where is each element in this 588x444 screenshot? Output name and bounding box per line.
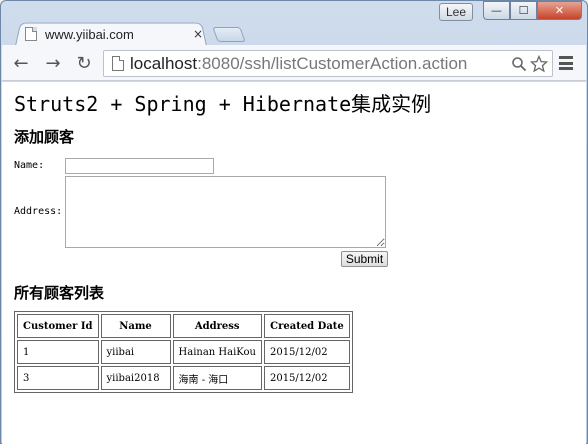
page-favicon-icon	[25, 27, 37, 41]
cell-customer-id: 3	[17, 366, 99, 390]
cell-created-date: 2015/12/02	[263, 366, 350, 390]
cell-name: yiibai	[100, 340, 171, 364]
search-icon[interactable]	[509, 54, 529, 74]
table-header-row: Customer Id Name Address Created Date	[17, 314, 350, 338]
forward-button[interactable]: →	[42, 52, 64, 74]
cell-name: yiibai2018	[100, 366, 171, 390]
page-title: Struts2 + Spring + Hibernate集成实例	[14, 92, 432, 116]
url-host: localhost	[130, 53, 198, 73]
page-viewport: Struts2 + Spring + Hibernate集成实例 添加顾客 Na…	[2, 82, 586, 444]
back-button[interactable]: ←	[10, 52, 32, 74]
table-row: 1 yiibai Hainan HaiKou 2015/12/02	[17, 340, 350, 364]
column-header-created-date: Created Date	[263, 314, 350, 338]
name-input[interactable]	[65, 158, 214, 174]
address-label: Address:	[14, 206, 63, 217]
cell-created-date: 2015/12/02	[263, 340, 350, 364]
add-customer-heading: 添加顾客	[14, 128, 75, 146]
reload-button[interactable]: ↻	[73, 52, 95, 74]
column-header-address: Address	[172, 314, 262, 338]
name-label: Name:	[14, 160, 45, 171]
address-textarea[interactable]	[65, 176, 386, 248]
cell-customer-id: 1	[17, 340, 99, 364]
column-header-customer-id: Customer Id	[17, 314, 99, 338]
address-bar[interactable]: localhost:8080/ssh/listCustomerAction.ac…	[103, 50, 553, 77]
profile-button[interactable]: Lee	[439, 3, 473, 21]
tab-strip: www.yiibai.com × Lee — ☐ ✕	[1, 1, 587, 46]
minimize-button[interactable]: —	[483, 1, 510, 20]
maximize-button[interactable]: ☐	[510, 1, 537, 20]
tab-close-icon[interactable]: ×	[191, 27, 205, 41]
browser-toolbar: ← → ↻ localhost:8080/ssh/listCustomerAct…	[2, 45, 586, 81]
window-controls: — ☐ ✕	[483, 1, 582, 21]
customer-list-heading: 所有顾客列表	[14, 284, 105, 302]
customer-table: Customer Id Name Address Created Date 1 …	[14, 311, 353, 393]
star-icon[interactable]	[529, 54, 549, 74]
menu-icon[interactable]	[558, 54, 574, 72]
browser-window: www.yiibai.com × Lee — ☐ ✕ ← → ↻ localho…	[0, 0, 588, 444]
column-header-name: Name	[100, 314, 171, 338]
page-icon	[112, 56, 124, 71]
table-row: 3 yiibai2018 海南 - 海口 2015/12/02	[17, 366, 350, 390]
url-text[interactable]: localhost:8080/ssh/listCustomerAction.ac…	[130, 54, 509, 74]
url-path: :8080/ssh/listCustomerAction.action	[197, 53, 468, 73]
submit-button[interactable]: Submit	[341, 251, 388, 267]
new-tab-button[interactable]	[212, 27, 246, 42]
tab-title: www.yiibai.com	[45, 26, 134, 42]
tab-content[interactable]: www.yiibai.com ×	[25, 25, 205, 43]
cell-address: Hainan HaiKou	[172, 340, 262, 364]
close-window-button[interactable]: ✕	[537, 1, 582, 20]
cell-address: 海南 - 海口	[172, 366, 262, 390]
